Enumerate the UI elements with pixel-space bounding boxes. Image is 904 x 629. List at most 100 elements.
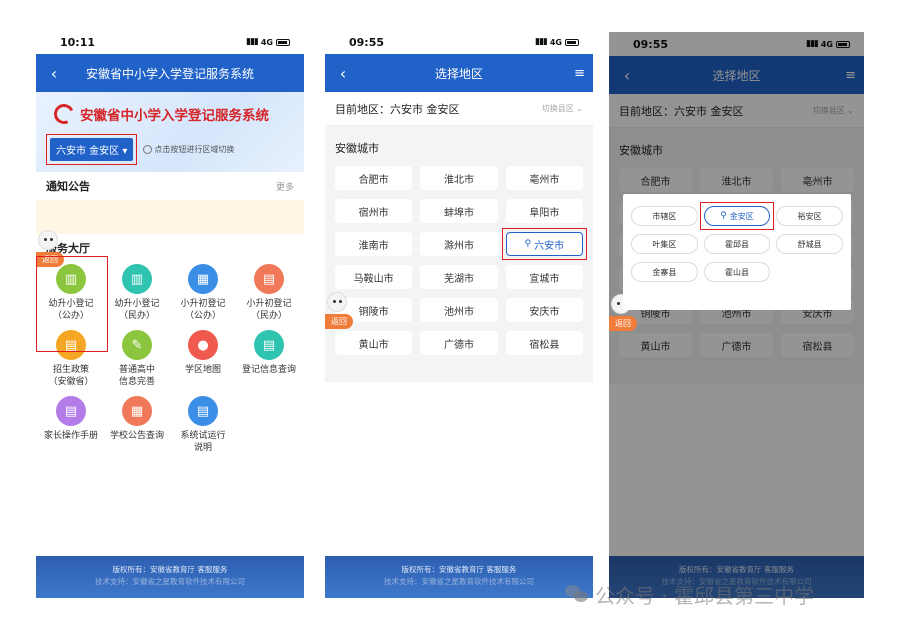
network-label: 4G (260, 37, 273, 47)
service-icon: ▦ (188, 264, 218, 294)
city-button[interactable]: 蚌埠市 (420, 199, 498, 223)
service-icon: ▤ (254, 264, 284, 294)
return-tag-button[interactable]: 返回 (609, 316, 637, 331)
service-label: 学区地图 (184, 365, 221, 375)
footer-support: 技术支持：安徽省之星教育软件技术有限公司 (384, 577, 534, 586)
city-button[interactable]: 合肥市 (619, 168, 692, 192)
region-highlight-box: 六安市 金安区 ▾ (46, 134, 138, 165)
back-arrow-icon[interactable]: ‹ (617, 56, 637, 94)
city-button[interactable]: 宣城市 (505, 265, 583, 289)
signal-icon: ▮▮▮ (806, 39, 819, 49)
city-button[interactable]: 黄山市 (619, 333, 692, 357)
network-label: 4G (820, 39, 833, 49)
service-item[interactable]: ✎ 普通高中 信息完善 (104, 330, 170, 388)
city-button[interactable]: 黄山市 (335, 331, 413, 355)
city-button[interactable]: 广德市 (700, 333, 773, 357)
service-item[interactable]: ▥ 幼升小登记 （民办） (104, 264, 170, 322)
city-section-title: 安徽城市 (335, 142, 379, 155)
city-button[interactable]: 池州市 (420, 298, 498, 322)
service-icon: ▦ (122, 396, 152, 426)
notice-title: 通知公告 (46, 180, 90, 193)
signal-icon: ▮▮▮ (535, 37, 548, 47)
district-grid: 市辖区 ⚲ 金安区 裕安区叶集区 霍邱县 舒城县金寨县 霍山县 (631, 202, 843, 282)
district-button[interactable]: 市辖区 (631, 206, 698, 226)
district-button[interactable]: ⚲ 金安区 (703, 206, 771, 226)
mascot-icon[interactable] (38, 230, 58, 250)
phone-home-screen: 10:11 ▮▮▮ 4G ‹ 安徽省中小学入学登记服务系统 安徽省中小学入学登记… (36, 30, 304, 598)
city-button[interactable]: 淮北市 (700, 168, 773, 192)
footer: 版权所有：安徽省教育厅 客服服务 技术支持：安徽省之星教育软件技术有限公司 (325, 556, 593, 598)
district-button[interactable]: 裕安区 (776, 206, 843, 226)
return-tag-button[interactable]: 返回 (325, 314, 353, 329)
city-button[interactable]: 淮北市 (420, 166, 498, 190)
district-button[interactable]: 叶集区 (631, 234, 698, 254)
city-button[interactable]: 淮南市 (335, 232, 413, 256)
city-highlight-box: ⚲ 六安市 (501, 228, 587, 260)
menu-icon[interactable]: ≡ (574, 54, 585, 92)
switch-district-button[interactable]: 切换县区 ⌄ (542, 103, 583, 114)
service-icon: ● (188, 330, 218, 360)
phone-city-select: 09:55 ▮▮▮ 4G ‹ 选择地区 ≡ 目前地区：六安市 金安区 切换县区 … (325, 30, 593, 598)
district-button[interactable]: 金寨县 (631, 262, 698, 282)
battery-icon (836, 40, 850, 48)
city-button[interactable]: 宿州市 (335, 199, 413, 223)
service-item[interactable]: ▦ 学校公告查询 (104, 396, 170, 454)
watermark: 公众号 · 霍邱县第三中学 (565, 580, 814, 609)
nav-bar: ‹ 选择地区 ≡ (609, 56, 864, 94)
notice-more-link[interactable]: 更多 (276, 180, 294, 193)
service-grid: ▥ 幼升小登记 （公办） ▥ 幼升小登记 （民办） ▦ 小升初登记 （公办） ▤ 小升初登记 （民办）… (36, 256, 304, 458)
info-icon (143, 145, 153, 154)
city-button[interactable]: ⚲ 六安市 (505, 232, 583, 256)
footer-copyright: 版权所有：安徽省教育厅 客服服务 (679, 565, 794, 574)
city-button[interactable]: 宿松县 (781, 333, 854, 357)
service-item[interactable]: ▤ 家长操作手册 (38, 396, 104, 454)
nav-title: 选择地区 (712, 68, 761, 83)
city-button[interactable]: 马鞍山市 (335, 265, 413, 289)
service-label: 系统试运行 说明 (180, 431, 226, 453)
service-label: 普通高中 信息完善 (118, 365, 155, 387)
district-button[interactable]: 舒城县 (776, 234, 843, 254)
city-button[interactable]: 广德市 (420, 331, 498, 355)
service-label: 学校公告查询 (109, 431, 164, 441)
city-button[interactable]: 阜阳市 (505, 199, 583, 223)
back-arrow-icon[interactable]: ‹ (333, 54, 353, 92)
footer-copyright: 版权所有：安徽省教育厅 客服服务 (401, 565, 517, 574)
battery-icon (565, 38, 579, 46)
city-button[interactable]: 亳州市 (505, 166, 583, 190)
district-button[interactable]: 霍邱县 (703, 234, 771, 254)
service-item[interactable]: ▤ 登记信息查询 (236, 330, 302, 388)
region-switch-button[interactable]: 六安市 金安区 ▾ (50, 138, 134, 161)
district-button[interactable]: 霍山县 (703, 262, 771, 282)
service-icon: ▤ (56, 396, 86, 426)
switch-district-button[interactable]: 切换县区 ⌄ (813, 105, 854, 116)
location-pin-icon: ⚲ (720, 211, 727, 221)
banner: 安徽省中小学入学登记服务系统 六安市 金安区 ▾ 点击按钮进行区域切换 (36, 92, 304, 172)
status-bar: 09:55 ▮▮▮ 4G (609, 32, 864, 56)
status-time: 09:55 (349, 35, 385, 49)
nav-bar: ‹ 选择地区 ≡ (325, 54, 593, 92)
mascot-icon[interactable] (327, 292, 347, 312)
city-area: 安徽城市 合肥市 淮北市 亳州市宿州市 蚌埠市 阜阳市淮南市 滁州市 ⚲ 六安市马鞍山市 芜湖市… (325, 126, 593, 382)
status-time: 09:55 (633, 37, 669, 51)
service-item[interactable]: ▦ 小升初登记 （公办） (170, 264, 236, 322)
service-icon: ▥ (122, 264, 152, 294)
notice-bar[interactable] (36, 200, 304, 234)
logo-icon (51, 101, 77, 127)
city-button[interactable]: 安庆市 (505, 298, 583, 322)
back-arrow-icon[interactable]: ‹ (44, 54, 64, 92)
service-label: 小升初登记 （公办） (180, 299, 226, 321)
city-button[interactable]: 芜湖市 (420, 265, 498, 289)
service-item[interactable]: ▤ 小升初登记 （民办） (236, 264, 302, 322)
phone-district-select: 09:55 ▮▮▮ 4G ‹ 选择地区 ≡ 目前地区：六安市 金安区 切换县区 … (609, 32, 864, 598)
city-button[interactable]: 亳州市 (781, 168, 854, 192)
service-item[interactable]: ● 学区地图 (170, 330, 236, 388)
city-button[interactable]: 宿松县 (505, 331, 583, 355)
city-button[interactable]: 滁州市 (420, 232, 498, 256)
nav-bar: ‹ 安徽省中小学入学登记服务系统 (36, 54, 304, 92)
notice-header: 通知公告 更多 (36, 172, 304, 200)
city-button[interactable]: 合肥市 (335, 166, 413, 190)
service-item[interactable]: ▤ 系统试运行 说明 (170, 396, 236, 454)
status-bar: 10:11 ▮▮▮ 4G (36, 30, 304, 54)
menu-icon[interactable]: ≡ (845, 56, 856, 94)
service-icon: ▤ (254, 330, 284, 360)
